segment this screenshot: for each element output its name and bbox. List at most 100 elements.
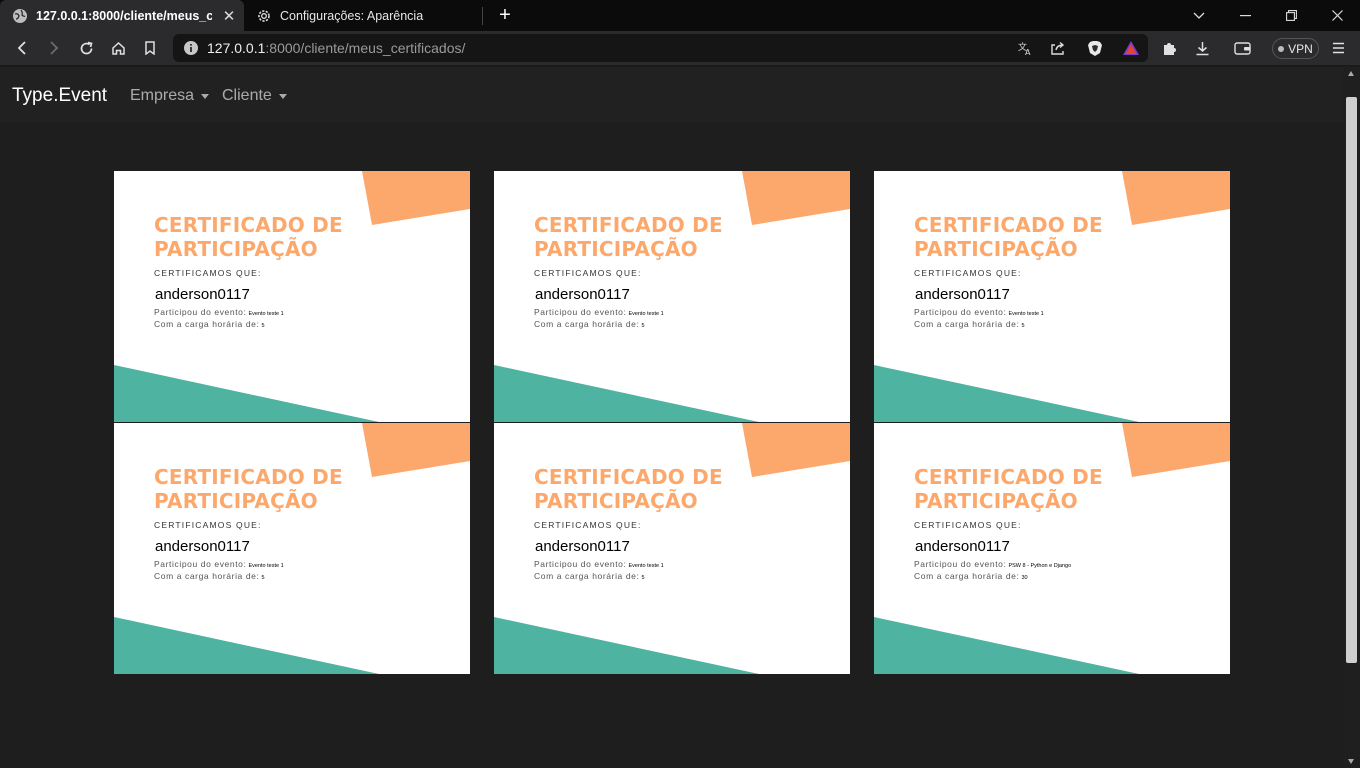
tab-separator	[482, 7, 483, 25]
certificate-card: CERTIFICADO DE PARTICIPAÇÃO CERTIFICAMOS Q…	[494, 171, 850, 422]
heading-line-2: PARTICIPAÇÃO	[534, 237, 698, 261]
tab-title: 127.0.0.1:8000/cliente/meus_certif	[36, 8, 212, 23]
event-name: Evento teste 1	[628, 311, 664, 317]
close-tab-icon[interactable]: ✕	[220, 7, 238, 25]
back-icon[interactable]	[9, 35, 35, 61]
heading-line-1: CERTIFICADO DE	[914, 465, 1103, 489]
hours-line: Com a carga horária de: 5	[914, 319, 1025, 329]
certificamos-label: CERTIFICAMOS QUE:	[914, 520, 1022, 530]
download-icon[interactable]	[1189, 35, 1215, 61]
certificamos-label: CERTIFICAMOS QUE:	[914, 268, 1022, 278]
hours-value: 5	[261, 323, 265, 329]
event-line: Participou do evento: Evento teste 1	[534, 307, 664, 317]
forward-icon[interactable]	[41, 35, 67, 61]
caret-down-icon	[278, 93, 287, 99]
hours-label: Com a carga horária de:	[914, 319, 1020, 329]
heading-line-2: PARTICIPAÇÃO	[154, 489, 318, 513]
vpn-button[interactable]: VPN	[1272, 38, 1319, 59]
hours-line: Com a carga horária de: 30	[914, 571, 1028, 581]
heading-line-2: PARTICIPAÇÃO	[154, 237, 318, 261]
certificate-card: CERTIFICADO DE PARTICIPAÇÃO CERTIFICAMOS Q…	[114, 171, 470, 422]
certificate-card: CERTIFICADO DE PARTICIPAÇÃO CERTIFICAMOS Q…	[114, 423, 470, 674]
certificamos-label: CERTIFICAMOS QUE:	[534, 268, 642, 278]
hours-value: 5	[641, 575, 645, 581]
heading-line-1: CERTIFICADO DE	[154, 465, 343, 489]
vertical-scrollbar[interactable]	[1343, 67, 1360, 768]
browser-toolbar: 127.0.0.1:8000/cliente/meus_certificados…	[0, 31, 1360, 81]
event-label: Participou do evento:	[914, 559, 1007, 569]
close-window-icon[interactable]	[1314, 0, 1360, 31]
event-name: PSW 8 - Python e Django	[1008, 563, 1072, 569]
heading-line-2: PARTICIPAÇÃO	[914, 489, 1078, 513]
heading-line-2: PARTICIPAÇÃO	[534, 489, 698, 513]
nav-dropdown-cliente[interactable]: Cliente	[222, 87, 287, 105]
tab-meus-certificados[interactable]: 127.0.0.1:8000/cliente/meus_certif ✕	[0, 0, 244, 31]
svg-text:A: A	[1025, 48, 1031, 56]
share-icon[interactable]	[1044, 35, 1070, 61]
teal-corner-shape	[494, 365, 759, 422]
translate-icon[interactable]: 文A	[1012, 35, 1038, 61]
event-line: Participou do evento: Evento teste 1	[154, 559, 284, 569]
minimize-icon[interactable]	[1222, 0, 1268, 31]
hours-value: 5	[1021, 323, 1025, 329]
menu-icon[interactable]	[1325, 35, 1351, 61]
url-text: 127.0.0.1:8000/cliente/meus_certificados…	[207, 40, 465, 56]
hours-line: Com a carga horária de: 5	[534, 571, 645, 581]
certificate-card: CERTIFICADO DE PARTICIPAÇÃO CERTIFICAMOS Q…	[494, 423, 850, 674]
certificate-heading: CERTIFICADO DE PARTICIPAÇÃO	[914, 465, 1103, 513]
site-info-icon[interactable]	[183, 40, 199, 56]
tab-search-chevron-icon[interactable]	[1176, 0, 1222, 31]
teal-corner-shape	[874, 365, 1139, 422]
teal-corner-shape	[114, 365, 379, 422]
scroll-up-icon[interactable]	[1348, 71, 1354, 76]
participant-name: anderson0117	[535, 538, 630, 555]
hours-label: Com a carga horária de:	[534, 571, 640, 581]
certificamos-label: CERTIFICAMOS QUE:	[534, 520, 642, 530]
teal-corner-shape	[494, 617, 759, 674]
event-name: Evento teste 1	[248, 563, 284, 569]
participant-name: anderson0117	[155, 286, 250, 303]
brave-shields-icon[interactable]	[1082, 35, 1108, 61]
hours-line: Com a carga horária de: 5	[534, 319, 645, 329]
scroll-down-icon[interactable]	[1348, 759, 1354, 764]
orange-corner-shape	[362, 171, 470, 225]
restore-icon[interactable]	[1268, 0, 1314, 31]
hours-line: Com a carga horária de: 5	[154, 571, 265, 581]
address-bar[interactable]: 127.0.0.1:8000/cliente/meus_certificados…	[173, 34, 1148, 62]
teal-corner-shape	[114, 617, 379, 674]
orange-corner-shape	[362, 423, 470, 477]
tab-configuracoes[interactable]: Configurações: Aparência	[244, 0, 482, 31]
nav-dropdown-empresa[interactable]: Empresa	[130, 87, 210, 105]
extensions-icon[interactable]	[1157, 35, 1183, 61]
event-name: Evento teste 1	[1008, 311, 1044, 317]
participant-name: anderson0117	[155, 538, 250, 555]
certificate-heading: CERTIFICADO DE PARTICIPAÇÃO	[154, 465, 343, 513]
certificate-heading: CERTIFICADO DE PARTICIPAÇÃO	[154, 213, 343, 261]
home-icon[interactable]	[105, 35, 131, 61]
orange-corner-shape	[742, 171, 850, 225]
caret-down-icon	[201, 93, 210, 99]
certificamos-label: CERTIFICAMOS QUE:	[154, 268, 262, 278]
brand-logo[interactable]: Type.Event	[12, 85, 107, 107]
hours-value: 5	[641, 323, 645, 329]
event-label: Participou do evento:	[914, 307, 1007, 317]
participant-name: anderson0117	[535, 286, 630, 303]
certificate-card: CERTIFICADO DE PARTICIPAÇÃO CERTIFICAMOS Q…	[874, 423, 1230, 674]
event-label: Participou do evento:	[534, 307, 627, 317]
hours-label: Com a carga horária de:	[154, 571, 260, 581]
teal-corner-shape	[874, 617, 1139, 674]
nav-label: Cliente	[222, 87, 272, 104]
certificate-heading: CERTIFICADO DE PARTICIPAÇÃO	[534, 213, 723, 261]
orange-corner-shape	[1122, 171, 1230, 225]
vpn-status-icon	[1278, 45, 1285, 52]
new-tab-button[interactable]: +	[494, 4, 516, 26]
event-label: Participou do evento:	[154, 307, 247, 317]
participant-name: anderson0117	[915, 538, 1010, 555]
bookmark-icon[interactable]	[137, 35, 163, 61]
wallet-icon[interactable]	[1229, 35, 1255, 61]
event-label: Participou do evento:	[154, 559, 247, 569]
brave-rewards-icon[interactable]	[1118, 35, 1144, 61]
vpn-label: VPN	[1288, 41, 1313, 56]
scrollbar-thumb[interactable]	[1346, 97, 1357, 663]
reload-icon[interactable]	[73, 35, 99, 61]
